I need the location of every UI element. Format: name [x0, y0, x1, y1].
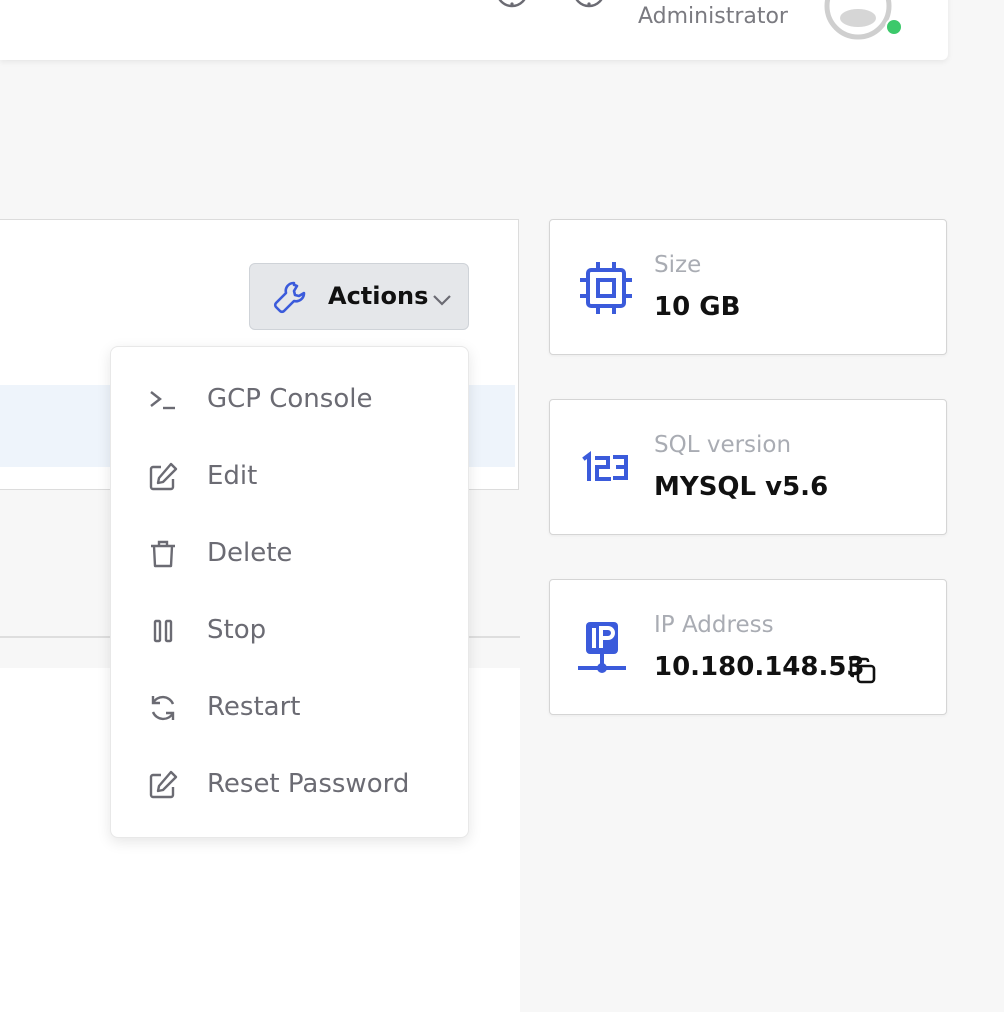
card-value: 10.180.148.53 [654, 652, 865, 682]
menu-item-reset-password[interactable]: Reset Password [111, 754, 468, 816]
actions-dropdown-menu: GCP Console Edit Delete Stop Restart Res… [110, 346, 469, 838]
edit-icon [149, 770, 178, 799]
actions-label: Actions [328, 282, 429, 310]
menu-item-label: GCP Console [207, 384, 373, 414]
menu-item-restart[interactable]: Restart [111, 677, 468, 739]
wrench-icon [272, 279, 308, 315]
card-value: 10 GB [654, 292, 741, 322]
menu-item-gcp-console[interactable]: GCP Console [111, 369, 468, 431]
card-label: IP Address [654, 612, 774, 638]
restart-icon [151, 695, 175, 721]
top-bar [0, 0, 948, 60]
ip-network-icon [576, 618, 636, 678]
menu-item-label: Restart [207, 692, 301, 722]
menu-item-edit[interactable]: Edit [111, 446, 468, 508]
avatar[interactable] [824, 0, 892, 40]
cpu-icon [576, 258, 636, 318]
menu-item-stop[interactable]: Stop [111, 600, 468, 662]
copy-icon[interactable] [848, 656, 878, 686]
trash-icon [151, 540, 175, 568]
pause-icon [153, 619, 173, 643]
actions-button[interactable]: Actions [249, 263, 469, 330]
chevron-down-icon [432, 292, 452, 306]
sql-version-card: SQL version MYSQL v5.6 [549, 399, 947, 535]
info-icon[interactable] [495, 0, 529, 8]
terminal-icon [150, 391, 175, 410]
menu-item-label: Delete [207, 538, 293, 568]
numbers-icon [576, 438, 636, 498]
help-icon[interactable] [572, 0, 606, 8]
card-value: MYSQL v5.6 [654, 472, 829, 502]
menu-item-label: Reset Password [207, 769, 410, 799]
edit-icon [149, 462, 178, 491]
card-label: Size [654, 252, 702, 278]
menu-item-label: Edit [207, 461, 258, 491]
card-label: SQL version [654, 432, 792, 458]
ip-address-card: IP Address 10.180.148.53 [549, 579, 947, 715]
size-card: Size 10 GB [549, 219, 947, 355]
menu-item-delete[interactable]: Delete [111, 523, 468, 585]
online-status-dot [885, 18, 903, 36]
user-role: Administrator [638, 4, 788, 29]
menu-item-label: Stop [207, 615, 267, 645]
